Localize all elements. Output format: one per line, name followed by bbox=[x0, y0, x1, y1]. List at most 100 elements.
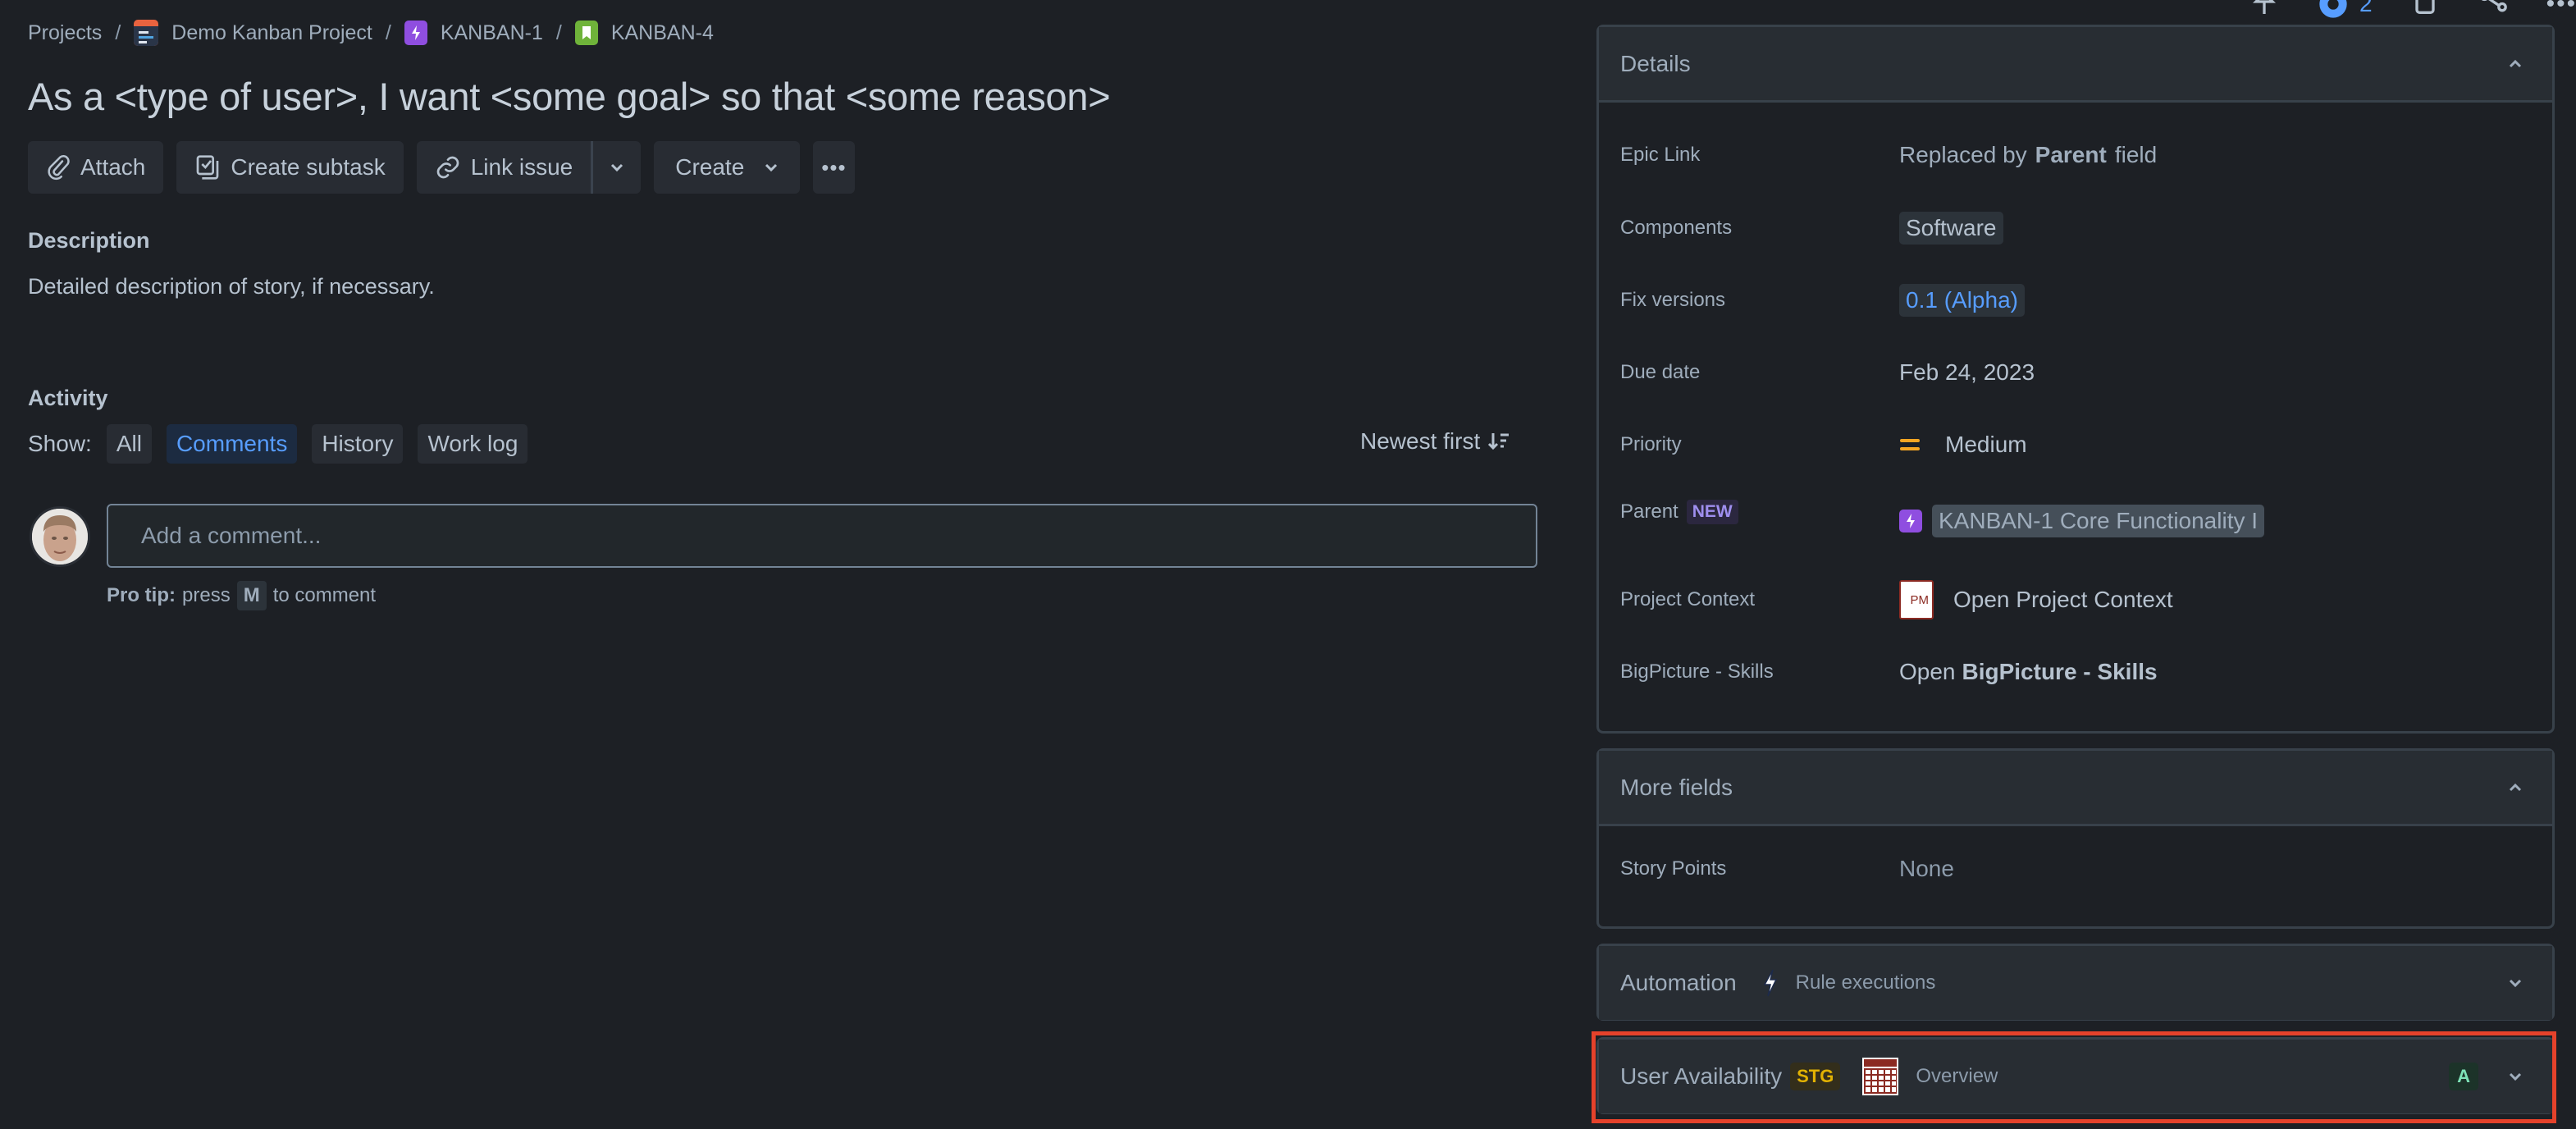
sort-label: Newest first bbox=[1360, 428, 1481, 454]
details-header[interactable]: Details bbox=[1599, 27, 2552, 103]
issue-title[interactable]: As a <type of user>, I want <some goal> … bbox=[28, 74, 1111, 119]
automation-subtitle: Rule executions bbox=[1795, 971, 1936, 994]
automation-header[interactable]: Automation Rule executions bbox=[1599, 946, 2552, 1020]
subtask-icon bbox=[197, 155, 219, 180]
pm-app-icon: PM bbox=[1899, 580, 1934, 619]
issue-toolbar: Attach Create subtask Link issue Create … bbox=[28, 141, 855, 194]
field-due-date: Due date Feb 24, 2023 bbox=[1620, 359, 2531, 386]
activity-heading: Activity bbox=[28, 386, 108, 410]
user-avatar[interactable] bbox=[30, 506, 90, 567]
breadcrumb-projects[interactable]: Projects bbox=[28, 21, 102, 45]
link-issue-dropdown-button[interactable] bbox=[593, 141, 641, 194]
link-issue-split-button: Link issue bbox=[416, 141, 642, 194]
breadcrumb-project[interactable]: Demo Kanban Project bbox=[134, 20, 372, 46]
breadcrumb-label: KANBAN-1 bbox=[440, 21, 543, 44]
field-label: Story Points bbox=[1620, 857, 1727, 880]
field-label: BigPicture - Skills bbox=[1620, 660, 1774, 683]
parent-value[interactable]: KANBAN-1 Core Functionality I bbox=[1899, 505, 2265, 537]
paperclip-icon bbox=[48, 155, 70, 181]
description-text[interactable]: Detailed description of story, if necess… bbox=[28, 274, 435, 299]
filter-work-log[interactable]: Work log bbox=[418, 424, 528, 464]
story-points-value[interactable]: None bbox=[1899, 856, 1954, 882]
details-title: Details bbox=[1620, 50, 1691, 76]
epic-link-suffix: field bbox=[2114, 142, 2158, 167]
field-priority: Priority Medium bbox=[1620, 432, 2531, 458]
create-subtask-button[interactable]: Create subtask bbox=[176, 141, 404, 194]
field-project-context: Project Context PM Open Project Context bbox=[1620, 580, 2531, 619]
lightning-bolt-icon bbox=[1763, 969, 1777, 997]
epic-link-bold: Parent bbox=[2035, 142, 2107, 167]
keyboard-shortcut-key: M bbox=[236, 581, 267, 610]
user-availability-title: User Availability bbox=[1620, 1063, 1783, 1089]
user-availability-header[interactable]: User Availability STG Overview A bbox=[1599, 1040, 2552, 1113]
filter-comments[interactable]: Comments bbox=[166, 424, 298, 464]
project-context-value[interactable]: PM Open Project Context bbox=[1899, 580, 2173, 619]
project-context-link: Open Project Context bbox=[1953, 587, 2173, 612]
pin-icon[interactable] bbox=[2248, 0, 2281, 22]
header-actions: 2 ••• bbox=[2248, 0, 2576, 22]
breadcrumb-label: KANBAN-4 bbox=[610, 21, 714, 44]
parent-label: Parent bbox=[1620, 501, 1679, 523]
user-availability-subtitle: Overview bbox=[1916, 1065, 1998, 1087]
more-icon[interactable]: ••• bbox=[2546, 0, 2576, 18]
stg-badge: STG bbox=[1790, 1063, 1841, 1090]
watch-button[interactable]: 2 bbox=[2317, 0, 2373, 21]
protip-label: Pro tip: bbox=[107, 584, 176, 606]
attach-label: Attach bbox=[80, 154, 146, 180]
user-availability-panel: User Availability STG Overview A bbox=[1596, 1037, 2555, 1114]
pro-tip: Pro tip: press M to comment bbox=[107, 581, 376, 610]
breadcrumb-label: Projects bbox=[28, 21, 103, 44]
create-subtask-label: Create subtask bbox=[231, 154, 386, 180]
attach-button[interactable]: Attach bbox=[28, 141, 164, 194]
field-epic-link: Epic Link Replaced by Parent field bbox=[1620, 142, 2531, 168]
due-date-value[interactable]: Feb 24, 2023 bbox=[1899, 359, 2035, 386]
more-actions-button[interactable]: ••• bbox=[813, 141, 855, 194]
field-label: Epic Link bbox=[1620, 144, 1701, 166]
parent-issue-link[interactable]: KANBAN-1 Core Functionality I bbox=[1932, 505, 2265, 537]
chevron-down-icon bbox=[611, 163, 623, 172]
more-fields-header[interactable]: More fields bbox=[1599, 751, 2552, 826]
filter-history[interactable]: History bbox=[312, 424, 404, 464]
field-parent: Parent NEW KANBAN-1 Core Functionality I bbox=[1620, 500, 2531, 537]
filter-all[interactable]: All bbox=[106, 424, 152, 464]
priority-value[interactable]: Medium bbox=[1899, 432, 2027, 458]
epic-icon bbox=[404, 21, 427, 45]
field-label: Priority bbox=[1620, 433, 1682, 455]
activity-filters: Show: All Comments History Work log bbox=[28, 424, 528, 464]
field-label: Components bbox=[1620, 217, 1733, 239]
description-heading: Description bbox=[28, 228, 150, 253]
bigpicture-link: BigPicture - Skills bbox=[1962, 659, 2158, 684]
component-lozenge[interactable]: Software bbox=[1899, 212, 2003, 245]
breadcrumb-separator: / bbox=[115, 21, 121, 44]
copy-icon[interactable] bbox=[2409, 0, 2441, 22]
watchers-count: 2 bbox=[2359, 0, 2373, 16]
link-issue-label: Link issue bbox=[470, 154, 573, 180]
field-label: Fix versions bbox=[1620, 289, 1726, 311]
priority-label: Medium bbox=[1945, 432, 2027, 457]
breadcrumb-story[interactable]: KANBAN-4 bbox=[574, 21, 714, 45]
breadcrumb-epic[interactable]: KANBAN-1 bbox=[404, 21, 543, 45]
comment-input[interactable]: Add a comment... bbox=[107, 504, 1537, 568]
field-label: Parent NEW bbox=[1620, 500, 1899, 524]
field-bigpicture-skills: BigPicture - Skills Open BigPicture - Sk… bbox=[1620, 659, 2531, 685]
create-label: Create bbox=[675, 154, 745, 180]
field-label: Due date bbox=[1620, 361, 1701, 383]
comment-placeholder: Add a comment... bbox=[141, 523, 322, 548]
app-status-badge: A bbox=[2449, 1063, 2478, 1090]
share-icon[interactable] bbox=[2478, 0, 2510, 22]
sort-descending-icon bbox=[1488, 433, 1510, 450]
story-icon bbox=[574, 21, 598, 45]
bigpicture-value[interactable]: Open BigPicture - Skills bbox=[1899, 659, 2158, 685]
sort-order-button[interactable]: Newest first bbox=[1360, 428, 1511, 455]
priority-medium-icon bbox=[1900, 439, 1920, 450]
show-label: Show: bbox=[28, 431, 92, 456]
more-fields-panel: More fields Story Points None bbox=[1596, 748, 2555, 929]
automation-title: Automation bbox=[1620, 970, 1737, 995]
create-button[interactable]: Create bbox=[654, 141, 801, 194]
chevron-up-icon bbox=[2509, 783, 2522, 791]
epic-link-prefix: Replaced by bbox=[1899, 142, 2027, 167]
protip-press: press bbox=[182, 584, 231, 606]
chevron-up-icon bbox=[2509, 59, 2522, 67]
fix-version-lozenge[interactable]: 0.1 (Alpha) bbox=[1899, 284, 2025, 317]
link-issue-button[interactable]: Link issue bbox=[417, 141, 591, 194]
